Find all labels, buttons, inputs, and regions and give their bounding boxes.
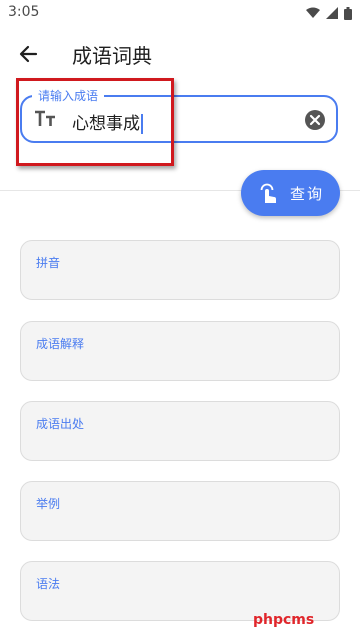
input-text: 心想事成 bbox=[72, 114, 140, 134]
source-field[interactable]: 成语出处 bbox=[20, 401, 340, 461]
status-bar: 3:05 bbox=[0, 0, 360, 26]
arrow-back-icon bbox=[19, 45, 38, 63]
grammar-label: 语法 bbox=[36, 577, 61, 591]
example-label: 举例 bbox=[36, 497, 61, 511]
back-button[interactable] bbox=[12, 38, 44, 70]
source-label: 成语出处 bbox=[36, 417, 85, 431]
input-label: 请输入成语 bbox=[32, 87, 105, 104]
query-button[interactable]: 查询 bbox=[241, 170, 340, 216]
status-icons bbox=[306, 6, 352, 20]
clear-icon[interactable] bbox=[304, 109, 326, 131]
pinyin-label: 拼音 bbox=[36, 256, 61, 270]
explanation-label: 成语解释 bbox=[36, 337, 85, 351]
text-caret bbox=[141, 114, 143, 134]
idiom-input-value[interactable]: 心想事成 bbox=[72, 109, 143, 134]
touch-icon bbox=[260, 183, 276, 203]
wifi-icon bbox=[306, 7, 320, 18]
page-title: 成语词典 bbox=[72, 44, 152, 68]
text-fields-icon bbox=[35, 110, 55, 126]
example-field[interactable]: 举例 bbox=[20, 481, 340, 541]
signal-icon bbox=[326, 7, 338, 19]
explanation-field[interactable]: 成语解释 bbox=[20, 321, 340, 381]
query-button-label: 查询 bbox=[290, 185, 325, 203]
battery-icon bbox=[344, 6, 352, 20]
watermark: phpcms bbox=[253, 612, 315, 628]
status-time: 3:05 bbox=[8, 4, 40, 20]
app-bar: 成语词典 bbox=[0, 26, 360, 82]
pinyin-field[interactable]: 拼音 bbox=[20, 240, 340, 300]
idiom-input-field[interactable]: 请输入成语 心想事成 bbox=[20, 87, 338, 143]
